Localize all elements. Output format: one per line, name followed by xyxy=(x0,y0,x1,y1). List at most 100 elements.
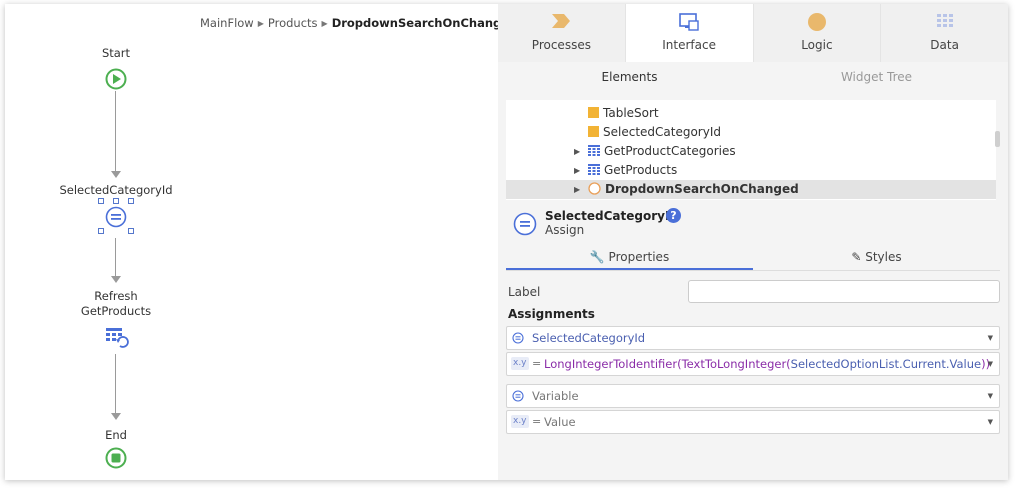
arrow-down-icon xyxy=(111,171,121,178)
assignment-value-expression: LongIntegerToIdentifier(TextToLongIntege… xyxy=(544,357,991,371)
tab-properties[interactable]: 🔧 Properties xyxy=(506,246,753,270)
tree-item-selectedcategoryid[interactable]: SelectedCategoryId xyxy=(588,123,721,142)
tree-scrollbar[interactable] xyxy=(995,131,1000,147)
equals-sign: = xyxy=(532,357,542,370)
assign-variable-icon xyxy=(512,332,524,344)
assignment-value-field[interactable]: x.y = LongIntegerToIdentifier(TextToLong… xyxy=(506,352,1000,376)
subtab-elements[interactable]: Elements xyxy=(506,64,753,90)
tree-item-tablesort[interactable]: TableSort xyxy=(588,104,659,123)
selection-handle[interactable] xyxy=(128,198,134,204)
arrow-down-icon xyxy=(111,413,121,420)
logic-icon xyxy=(807,13,826,31)
assignment-variable-field-empty[interactable]: Variable ▼ xyxy=(506,384,1000,408)
flow-connector xyxy=(115,354,116,415)
refresh-node-label-line1: Refresh xyxy=(94,289,138,303)
dropdown-arrow-icon[interactable]: ▼ xyxy=(988,385,993,407)
arrow-down-icon xyxy=(111,276,121,283)
breadcrumb-separator-icon: ▶ xyxy=(321,19,328,28)
refresh-node[interactable] xyxy=(105,326,129,353)
expression-badge: x.y xyxy=(511,415,529,428)
assign-icon xyxy=(513,212,537,236)
tree-item-label: GetProducts xyxy=(604,163,678,177)
breadcrumb-screen[interactable]: Products xyxy=(268,16,318,30)
tab-logic[interactable]: Logic xyxy=(753,4,882,62)
selection-handle[interactable] xyxy=(128,228,134,234)
assign-variable-icon xyxy=(512,390,524,402)
tree-item-label: DropdownSearchOnChanged xyxy=(605,182,799,196)
tree-item-label: TableSort xyxy=(603,106,659,120)
help-icon[interactable]: ? xyxy=(666,208,681,223)
assignment-variable-field[interactable]: SelectedCategoryId ▼ xyxy=(506,326,1000,350)
start-node-label: Start xyxy=(101,46,131,60)
tab-data-label: Data xyxy=(930,38,959,52)
properties-area: SelectedCategoryId ? Assign 🔧 Properties… xyxy=(498,200,1008,480)
assign-node[interactable] xyxy=(98,198,134,234)
data-icon xyxy=(936,14,953,27)
refresh-node-label: Refresh GetProducts xyxy=(16,289,216,319)
tree-item-label: SelectedCategoryId xyxy=(603,125,721,139)
aggregate-icon xyxy=(588,145,600,156)
flow-canvas[interactable]: MainFlow ▶ Products ▶ DropdownSearchOnChange… xyxy=(5,4,517,480)
client-action-icon xyxy=(588,182,601,195)
properties-tabs: 🔧 Properties ✎ Styles xyxy=(506,246,1000,271)
aggregate-icon xyxy=(588,164,600,175)
tree-item-label: GetProductCategories xyxy=(604,144,736,158)
dropdown-arrow-icon[interactable]: ▼ xyxy=(988,353,993,375)
selection-handle[interactable] xyxy=(98,228,104,234)
element-subtabs: Elements Widget Tree xyxy=(506,64,1000,90)
tree-item-dropdownsearchonchanged[interactable]: ▶ DropdownSearchOnChanged xyxy=(506,180,996,199)
label-field-label: Label xyxy=(508,285,541,299)
local-variable-icon xyxy=(588,126,599,137)
breadcrumb: MainFlow ▶ Products ▶ DropdownSearchOnChange… xyxy=(200,16,517,30)
label-input[interactable] xyxy=(688,280,1000,303)
properties-title: SelectedCategoryId xyxy=(545,209,679,223)
local-variable-icon xyxy=(588,107,599,118)
element-tree: TableSort SelectedCategoryId ▶ GetProduct… xyxy=(506,100,996,200)
dropdown-arrow-icon[interactable]: ▼ xyxy=(988,411,993,433)
panel-tabs: Processes Interface Logic Data xyxy=(498,4,1008,62)
assign-icon xyxy=(105,206,127,228)
tab-data[interactable]: Data xyxy=(881,4,1008,62)
tab-styles[interactable]: ✎ Styles xyxy=(753,246,1000,270)
flow-connector xyxy=(115,91,116,173)
breadcrumb-flow[interactable]: MainFlow xyxy=(200,16,254,30)
expression-function: LongIntegerToIdentifier xyxy=(544,357,678,371)
properties-subtitle: Assign xyxy=(545,223,585,237)
expand-caret-icon[interactable]: ▶ xyxy=(574,180,588,199)
tab-processes[interactable]: Processes xyxy=(498,4,626,62)
expression-parameter: SelectedOptionList.Current.Value xyxy=(790,357,982,371)
assignments-heading: Assignments xyxy=(508,307,595,321)
flow-connector xyxy=(115,238,116,278)
subtab-widget-tree[interactable]: Widget Tree xyxy=(753,64,1000,90)
assign-node-label: SelectedCategoryId xyxy=(59,183,173,197)
expand-caret-icon[interactable]: ▶ xyxy=(574,161,588,180)
expand-caret-icon[interactable]: ▶ xyxy=(574,142,588,161)
selection-handle[interactable] xyxy=(98,198,104,204)
tab-interface[interactable]: Interface xyxy=(625,4,754,62)
start-icon xyxy=(105,68,127,90)
tab-interface-label: Interface xyxy=(662,38,716,52)
tab-processes-label: Processes xyxy=(531,38,591,52)
tree-item-getproductcategories[interactable]: ▶ GetProductCategories xyxy=(574,142,736,161)
refresh-node-label-line2: GetProducts xyxy=(80,304,152,318)
start-node[interactable] xyxy=(105,68,127,93)
expression-function: TextToLongInteger xyxy=(681,357,787,371)
assignment-value-field-empty[interactable]: x.y = Value ▼ xyxy=(506,410,1000,434)
selection-handle[interactable] xyxy=(113,198,119,204)
dropdown-arrow-icon[interactable]: ▼ xyxy=(988,327,993,349)
tab-properties-label: Properties xyxy=(608,250,670,264)
tree-item-getproducts[interactable]: ▶ GetProducts xyxy=(574,161,677,180)
equals-sign: = xyxy=(532,415,542,428)
tab-logic-label: Logic xyxy=(801,38,833,52)
breadcrumb-action: DropdownSearchOnChanged xyxy=(331,16,518,30)
end-icon xyxy=(105,447,127,469)
app-window: MainFlow ▶ Products ▶ DropdownSearchOnChange… xyxy=(5,4,1008,480)
tab-styles-label: Styles xyxy=(865,250,902,264)
end-node[interactable] xyxy=(105,447,127,472)
assignment-variable-value: SelectedCategoryId xyxy=(532,331,646,345)
refresh-data-icon xyxy=(106,328,129,348)
breadcrumb-separator-icon: ▶ xyxy=(257,19,264,28)
wrench-icon: 🔧 xyxy=(589,250,609,264)
interface-icon xyxy=(679,13,699,31)
expression-badge: x.y xyxy=(511,357,529,370)
